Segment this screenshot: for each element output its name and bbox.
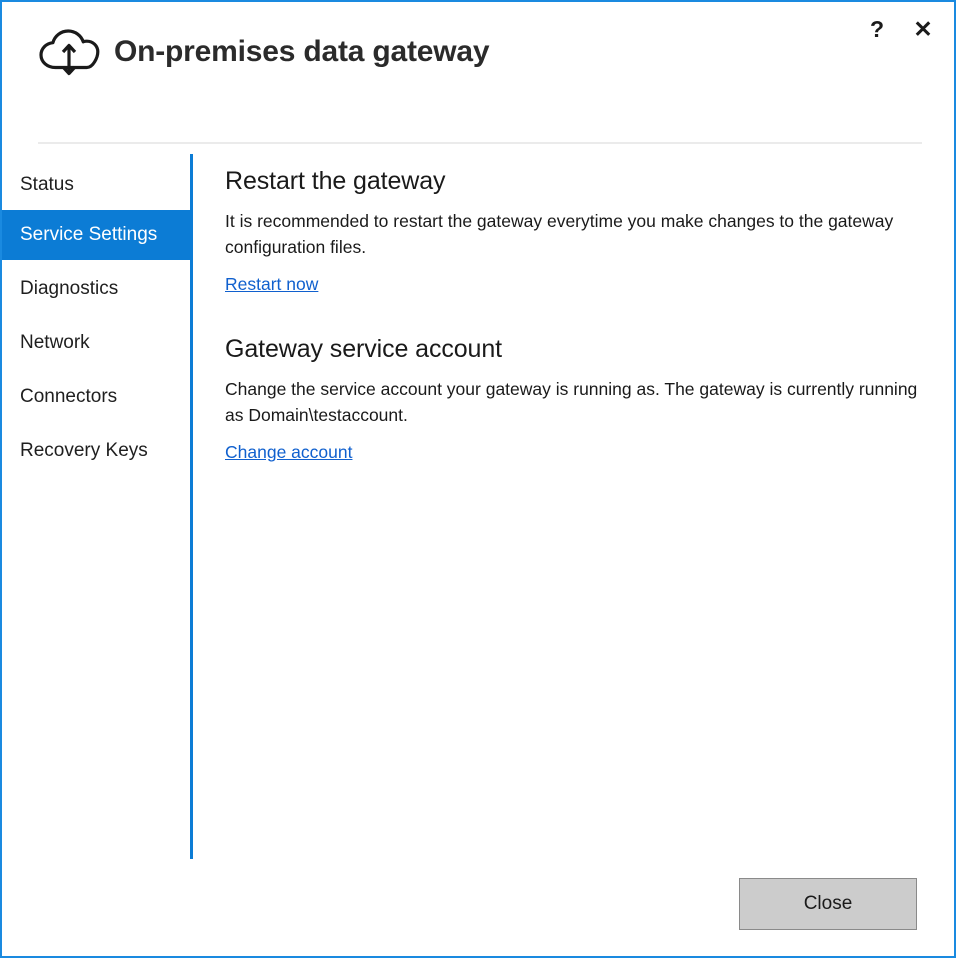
- sidebar-accent-divider: [190, 154, 193, 859]
- sidebar-nav: Status Service Settings Diagnostics Netw…: [2, 160, 190, 476]
- gateway-settings-window: On-premises data gateway ? ✕ Status Serv…: [0, 0, 956, 958]
- cloud-sync-icon: [39, 29, 100, 76]
- close-button[interactable]: Close: [739, 878, 917, 930]
- sidebar-item-network[interactable]: Network: [2, 318, 190, 368]
- help-icon[interactable]: ?: [860, 12, 894, 46]
- close-icon[interactable]: ✕: [906, 12, 940, 46]
- gateway-service-account-heading: Gateway service account: [225, 335, 502, 363]
- gateway-service-account-description: Change the service account your gateway …: [225, 379, 918, 425]
- sidebar-item-diagnostics[interactable]: Diagnostics: [2, 264, 190, 314]
- title-bar: On-premises data gateway ? ✕: [2, 2, 954, 122]
- sidebar-item-recovery-keys[interactable]: Recovery Keys: [2, 426, 190, 476]
- main-content: Restart the gateway It is recommended to…: [225, 167, 925, 463]
- page-title: On-premises data gateway: [114, 35, 490, 68]
- header-divider: [38, 142, 922, 144]
- restart-gateway-description: It is recommended to restart the gateway…: [225, 211, 894, 257]
- sidebar-item-connectors[interactable]: Connectors: [2, 372, 190, 422]
- app-brand: On-premises data gateway: [38, 26, 490, 78]
- gateway-service-account-section: Gateway service account Change the servi…: [225, 335, 925, 463]
- restart-gateway-heading: Restart the gateway: [225, 167, 446, 195]
- restart-gateway-section: Restart the gateway It is recommended to…: [225, 167, 925, 295]
- sidebar-item-status[interactable]: Status: [2, 160, 190, 210]
- restart-now-link[interactable]: Restart now: [225, 274, 318, 295]
- sidebar-item-service-settings[interactable]: Service Settings: [2, 210, 190, 260]
- change-account-link[interactable]: Change account: [225, 442, 352, 463]
